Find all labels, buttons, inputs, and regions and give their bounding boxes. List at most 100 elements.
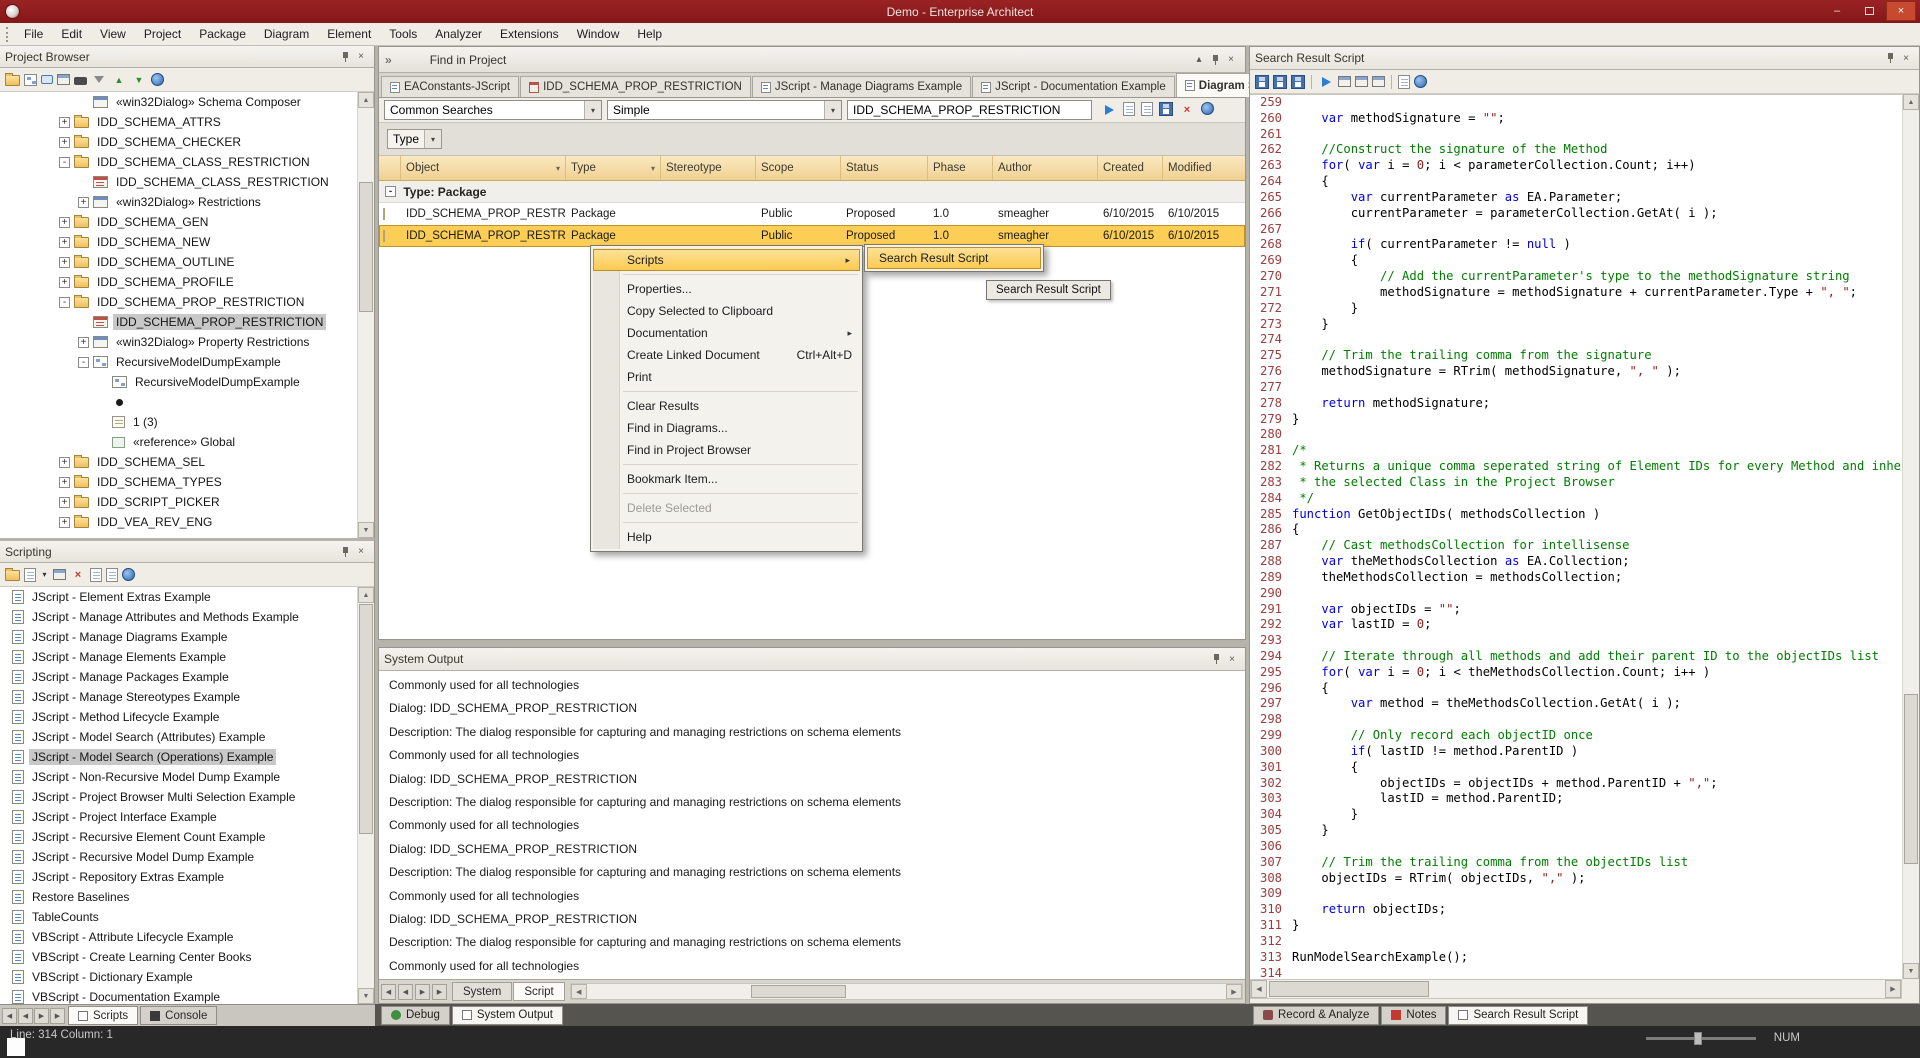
copy-script-icon[interactable] (90, 568, 102, 582)
results-group-row[interactable]: - Type: Package (379, 181, 1245, 203)
breakpoints-window-icon[interactable] (1355, 76, 1368, 87)
close-button[interactable]: × (1886, 1, 1916, 21)
menu-item-scripts[interactable]: Scripts▸ (593, 249, 860, 271)
expander-icon[interactable]: + (59, 237, 70, 248)
menu-extensions[interactable]: Extensions (491, 23, 568, 45)
search-name-combo[interactable]: Simple ▾ (607, 100, 842, 120)
expander-icon[interactable]: + (59, 457, 70, 468)
script-item-tablecounts[interactable]: TableCounts (0, 907, 357, 927)
code-hscrollbar[interactable]: ◀ ▶ (1250, 979, 1902, 999)
result-row[interactable]: IDD_SCHEMA_PROP_RESTRICT...PackagePublic… (379, 225, 1245, 247)
script-list-scrollbar[interactable]: ▲ ▼ (357, 587, 374, 1004)
scroll-up-icon[interactable]: ▲ (1903, 94, 1919, 110)
menu-item-print[interactable]: Print (591, 366, 862, 388)
tree-item-idd-schema-outline[interactable]: +IDD_SCHEMA_OUTLINE (0, 252, 357, 272)
tree-item-idd-vea-rev-eng[interactable]: +IDD_VEA_REV_ENG (0, 512, 357, 532)
menu-item-properties[interactable]: Properties... (591, 278, 862, 300)
debug-window-icon[interactable] (1338, 76, 1351, 87)
expander-icon[interactable]: + (78, 197, 89, 208)
column-header-modified[interactable]: Modified (1163, 156, 1245, 180)
tree-item-win32dialog-restrictions[interactable]: +«win32Dialog» Restrictions (0, 192, 357, 212)
scroll-down-icon[interactable]: ▼ (1903, 963, 1919, 979)
output-hscrollbar[interactable]: ◀ ▶ (570, 983, 1243, 1000)
menu-diagram[interactable]: Diagram (255, 23, 318, 45)
column-header-stereotype[interactable]: Stereotype (661, 156, 756, 180)
tab-search-result-script[interactable]: Search Result Script (1448, 1006, 1588, 1025)
document-tab-jscript-documentation-example[interactable]: JScript - Documentation Example (972, 76, 1175, 97)
close-icon[interactable]: × (353, 49, 369, 64)
tab-scroll-last-icon[interactable]: ▶ (50, 1008, 65, 1024)
group-by-chip[interactable]: Type ▾ (387, 129, 442, 149)
script-item-jscript-repository-extras-example[interactable]: JScript - Repository Extras Example (0, 867, 357, 887)
tree-item-1-3[interactable]: 1 (3) (0, 412, 357, 432)
tab-scroll-next-icon[interactable]: ▶ (34, 1008, 49, 1024)
menu-view[interactable]: View (91, 23, 135, 45)
find-in-project-browser-icon[interactable] (74, 77, 87, 85)
expander-icon[interactable]: + (59, 257, 70, 268)
search-category-combo[interactable]: Common Searches ▾ (384, 100, 602, 120)
tree-item-idd-script-picker[interactable]: +IDD_SCRIPT_PICKER (0, 492, 357, 512)
browser-options-icon[interactable] (151, 73, 164, 86)
menu-tools[interactable]: Tools (380, 23, 426, 45)
scroll-right-icon[interactable]: ▶ (1885, 980, 1901, 998)
script-item-jscript-manage-attributes-and-methods-example[interactable]: JScript - Manage Attributes and Methods … (0, 607, 357, 627)
document-tab-jscript-manage-diagrams-example[interactable]: JScript - Manage Diagrams Example (752, 76, 971, 97)
new-file-icon[interactable] (1398, 75, 1410, 89)
save-as-icon[interactable] (1273, 75, 1287, 89)
expander-icon[interactable]: - (78, 357, 89, 368)
script-item-vbscript-documentation-example[interactable]: VBScript - Documentation Example (0, 987, 357, 1004)
run-script-icon[interactable] (1318, 74, 1334, 90)
tab-scroll-last-icon[interactable]: ▶ (432, 984, 447, 1000)
save-all-icon[interactable] (1291, 75, 1305, 89)
tab-scroll-first-icon[interactable]: ◀ (381, 984, 396, 1000)
expander-icon[interactable]: - (59, 157, 70, 168)
code-vscrollbar[interactable]: ▲ ▼ (1902, 94, 1919, 979)
tree-item-idd-schema-class-restriction[interactable]: IDD_SCHEMA_CLASS_RESTRICTION (0, 172, 357, 192)
tab-record-analyze[interactable]: Record & Analyze (1253, 1006, 1379, 1025)
save-search-button[interactable] (1159, 102, 1173, 116)
expander-icon[interactable]: - (59, 297, 70, 308)
scroll-up-icon[interactable]: ▲ (358, 587, 374, 603)
menu-item-bookmark-item[interactable]: Bookmark Item... (591, 468, 862, 490)
tab-debug[interactable]: Debug (381, 1006, 450, 1025)
script-item-jscript-manage-elements-example[interactable]: JScript - Manage Elements Example (0, 647, 357, 667)
code-editor[interactable]: 259260 var methodSignature = "";261262 /… (1250, 94, 1902, 979)
scrollbar-thumb[interactable] (1904, 694, 1918, 864)
search-term-input[interactable] (847, 100, 1092, 120)
move-down-icon[interactable]: ▼ (131, 72, 147, 88)
column-header-phase[interactable]: Phase (928, 156, 993, 180)
menu-project[interactable]: Project (135, 23, 190, 45)
chevron-down-icon[interactable]: ▾ (824, 101, 841, 119)
expander-icon[interactable]: + (59, 117, 70, 128)
script-item-jscript-project-interface-example[interactable]: JScript - Project Interface Example (0, 807, 357, 827)
menu-item-help[interactable]: Help (591, 526, 862, 548)
scroll-left-icon[interactable]: ◀ (1251, 980, 1267, 998)
tree-item-win32dialog-property-restrictions[interactable]: +«win32Dialog» Property Restrictions (0, 332, 357, 352)
column-header-author[interactable]: Author (993, 156, 1098, 180)
submenu-item-search-result-script[interactable]: Search Result Script (867, 247, 1041, 269)
call-stack-window-icon[interactable] (1372, 76, 1385, 87)
new-script-group-icon[interactable] (5, 570, 20, 581)
script-item-jscript-manage-stereotypes-example[interactable]: JScript - Manage Stereotypes Example (0, 687, 357, 707)
tree-item-recursivemodeldumpexample[interactable]: RecursiveModelDumpExample (0, 372, 357, 392)
menu-item-create-linked-document[interactable]: Create Linked DocumentCtrl+Alt+D (591, 344, 862, 366)
expander-icon[interactable]: + (59, 477, 70, 488)
close-icon[interactable]: × (1223, 52, 1239, 67)
collapse-icon[interactable]: ▴ (1191, 52, 1207, 67)
expander-icon[interactable]: - (385, 186, 396, 197)
tree-item-idd-schema-attrs[interactable]: +IDD_SCHEMA_ATTRS (0, 112, 357, 132)
clear-search-button[interactable]: × (1179, 102, 1195, 118)
tree-item-idd-schema-types[interactable]: +IDD_SCHEMA_TYPES (0, 472, 357, 492)
tree-item-idd-schema-prop-restriction[interactable]: -IDD_SCHEMA_PROP_RESTRICTION (0, 292, 357, 312)
search-options-button[interactable] (1201, 102, 1214, 115)
scrollbar-thumb[interactable] (359, 604, 373, 834)
script-item-jscript-recursive-model-dump-example[interactable]: JScript - Recursive Model Dump Example (0, 847, 357, 867)
tab-scroll-prev-icon[interactable]: ◀ (18, 1008, 33, 1024)
script-item-jscript-non-recursive-model-dump-example[interactable]: JScript - Non-Recursive Model Dump Examp… (0, 767, 357, 787)
package-browser-icon[interactable] (57, 74, 70, 85)
filter-caret-icon[interactable]: ▾ (651, 164, 655, 173)
tab-notes[interactable]: Notes (1381, 1006, 1446, 1025)
tree-item-idd-schema-sel[interactable]: +IDD_SCHEMA_SEL (0, 452, 357, 472)
expander-icon[interactable]: + (59, 137, 70, 148)
pin-icon[interactable] (1882, 51, 1898, 66)
